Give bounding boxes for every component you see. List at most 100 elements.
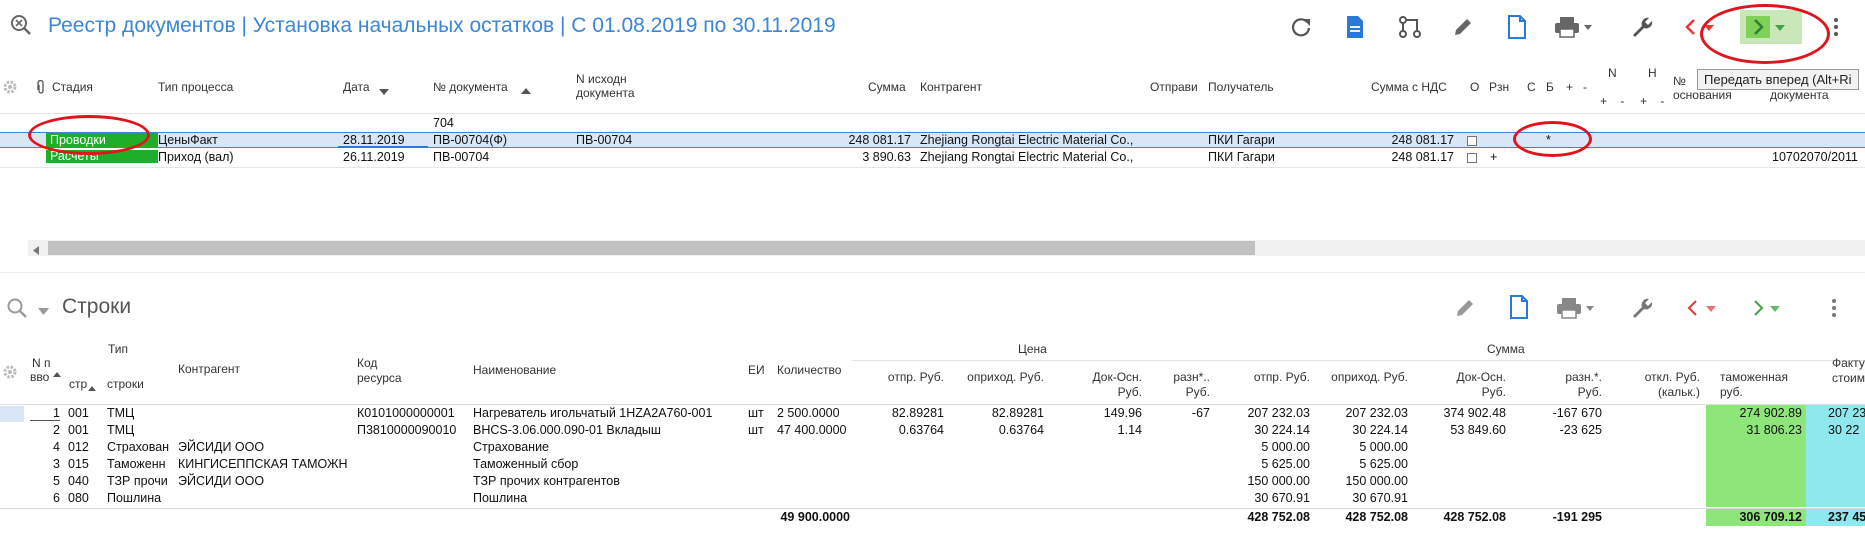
print-icon[interactable]: [1552, 12, 1596, 42]
col-stage[interactable]: Стадия: [52, 80, 93, 94]
col-h[interactable]: Н: [1648, 66, 1657, 80]
col-doc-number[interactable]: № документа: [433, 80, 508, 94]
more-menu-icon[interactable]: [1824, 293, 1844, 323]
line-qty-cell: 2 500.0000: [777, 406, 840, 420]
line-code-cell: [357, 456, 469, 473]
sum-cell: 3 890.63: [862, 150, 911, 164]
line-price-oprihod-cell: [958, 473, 1044, 490]
doc-number-cell[interactable]: ПВ-00704: [433, 150, 489, 164]
col-sum-oprihod[interactable]: оприход. Руб.: [1330, 370, 1408, 385]
o-checkbox[interactable]: [1467, 153, 1477, 163]
line-sum-otpr-cell: 30 670.91: [1254, 491, 1310, 505]
line-name-cell: ТЗР прочих контрагентов: [473, 474, 620, 488]
line-price-razn-cell: [1150, 439, 1210, 456]
line-customs-cell: [1706, 456, 1806, 473]
workflow-icon[interactable]: [1395, 12, 1425, 42]
row-selector[interactable]: [0, 406, 24, 422]
col-vvod[interactable]: вво: [30, 370, 49, 385]
col-price-razn[interactable]: разн*.. Руб.: [1158, 370, 1210, 400]
collapse-chevron-icon[interactable]: [38, 304, 49, 318]
settings-gear-icon[interactable]: [2, 364, 18, 383]
col-qty[interactable]: Количество: [777, 363, 841, 378]
col-str[interactable]: стр: [69, 377, 87, 392]
line-sum-otpr-cell: 5 000.00: [1261, 440, 1310, 454]
col-counterparty[interactable]: Контрагент: [920, 80, 982, 94]
search-icon[interactable]: [6, 297, 28, 322]
line-type-cell: Пошлина: [107, 491, 162, 505]
line-sum-dok-cell: 374 902.48: [1443, 406, 1506, 420]
line-qty-cell: [777, 456, 850, 473]
col-date[interactable]: Дата: [343, 80, 370, 94]
col-ei[interactable]: ЕИ: [748, 363, 765, 378]
edit-pencil-icon[interactable]: [1448, 12, 1478, 42]
doc-number-filter[interactable]: 704: [433, 116, 454, 130]
scroll-left-icon[interactable]: [32, 244, 40, 258]
edit-pencil-icon[interactable]: [1450, 293, 1480, 323]
col-price-dok-osn[interactable]: Док-Осн. Руб.: [1070, 370, 1142, 400]
line-type-cell: Страхован: [107, 440, 170, 454]
sort-desc-icon: [379, 84, 389, 98]
line-qty-cell: 47 400.0000: [777, 423, 847, 437]
doc-number-cell[interactable]: ПВ-00704(Ф): [433, 133, 507, 147]
wrench-icon[interactable]: [1628, 12, 1658, 42]
col-orig-doc[interactable]: N исходн документа: [576, 72, 686, 100]
line-price-otpr-cell: [858, 490, 944, 507]
total-sum-razn: -191 295: [1552, 510, 1602, 524]
col-stroki[interactable]: строки: [107, 377, 144, 392]
col-basis-no[interactable]: № основания: [1673, 74, 1733, 102]
col-n[interactable]: N п: [32, 356, 51, 371]
close-filter-icon[interactable]: [10, 14, 32, 39]
col-receiver[interactable]: Получатель: [1208, 80, 1274, 94]
col-resource-code[interactable]: Код ресурса: [357, 356, 417, 386]
col-counterparty[interactable]: Контрагент: [178, 362, 240, 377]
col-otkl[interactable]: откл. Руб.(кальк.): [1608, 370, 1700, 400]
line-fact-cell: [1806, 473, 1865, 490]
col-price-oprihod[interactable]: оприход. Руб.: [962, 370, 1044, 385]
line-sum-oprihod-cell: 30 670.91: [1352, 491, 1408, 505]
new-document-icon[interactable]: [1504, 292, 1534, 322]
line-otkl-cell: [1608, 422, 1700, 439]
settings-gear-icon[interactable]: [2, 79, 18, 98]
print-icon[interactable]: [1554, 293, 1598, 323]
o-checkbox[interactable]: [1467, 136, 1477, 146]
line-sum-oprihod-cell: 30 224.14: [1352, 423, 1408, 437]
line-str-cell: 001: [68, 423, 89, 437]
col-o[interactable]: О: [1470, 80, 1479, 94]
new-document-icon[interactable]: [1502, 12, 1532, 42]
col-doc[interactable]: документа: [1770, 88, 1829, 102]
col-name[interactable]: Наименование: [473, 363, 556, 378]
col-sum-otpr[interactable]: отпр. Руб.: [1250, 370, 1310, 385]
col-sum-razn[interactable]: разн.*. Руб.: [1550, 370, 1602, 400]
col-customs[interactable]: таможенная руб.: [1720, 370, 1800, 400]
col-minus[interactable]: -: [1583, 80, 1587, 94]
col-sender[interactable]: Отправи: [1150, 80, 1198, 94]
col-process-type[interactable]: Тип процесса: [158, 80, 233, 94]
col-plus[interactable]: +: [1566, 80, 1573, 94]
col-sum-vat[interactable]: Сумма с НДС: [1371, 80, 1447, 94]
col-type-group: Тип: [108, 342, 129, 356]
col-s[interactable]: С: [1527, 80, 1536, 94]
back-arrow-icon[interactable]: [1682, 293, 1726, 323]
col-b[interactable]: Б: [1546, 80, 1554, 94]
sum-vat-cell: 248 081.17: [1391, 150, 1454, 164]
line-sum-razn-cell: -167 670: [1552, 406, 1602, 420]
refresh-icon[interactable]: [1286, 12, 1316, 42]
line-customs-cell: 274 902.89: [1706, 405, 1806, 422]
line-number-cell: 4: [53, 440, 60, 454]
col-price-group: Цена: [1018, 342, 1047, 356]
col-sum[interactable]: Сумма: [868, 80, 906, 94]
forward-arrow-icon[interactable]: [1746, 293, 1790, 323]
col-rzn[interactable]: Рзн: [1489, 80, 1509, 94]
line-ei-cell: [748, 456, 772, 473]
document-icon[interactable]: [1340, 12, 1370, 42]
line-fact-cell: [1806, 456, 1865, 473]
receiver-cell: ПКИ Гагари: [1208, 133, 1275, 147]
col-sum-dok-osn[interactable]: Док-Осн. Руб.: [1430, 370, 1506, 400]
scrollbar-thumb[interactable]: [48, 241, 1255, 255]
col-fact[interactable]: Факту стоим: [1832, 356, 1865, 386]
header-divider: [0, 113, 1865, 114]
col-price-otpr[interactable]: отпр. Руб.: [880, 370, 944, 385]
wrench-icon[interactable]: [1628, 293, 1658, 323]
col-n[interactable]: N: [1608, 66, 1617, 80]
sort-asc-icon: [53, 366, 61, 380]
